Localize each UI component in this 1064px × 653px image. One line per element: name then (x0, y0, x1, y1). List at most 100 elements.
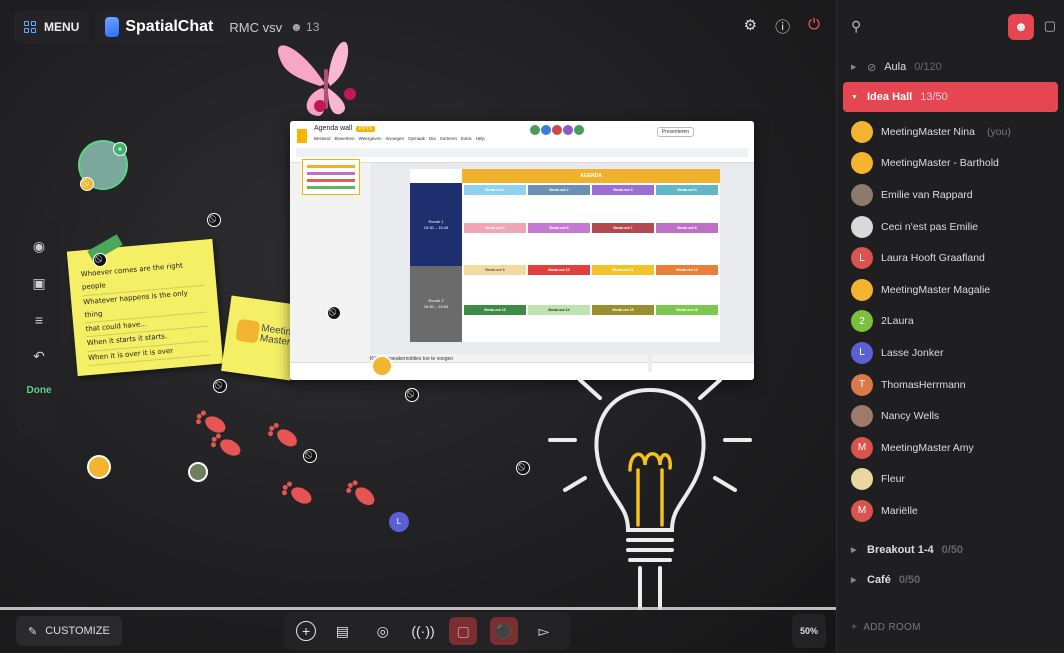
user-avatar (851, 278, 873, 301)
user-avatar: L (851, 341, 873, 364)
doc-menu-item[interactable]: Dia (429, 136, 436, 141)
slide-thumbnail[interactable] (302, 159, 360, 195)
help-icon[interactable]: ⓘ (775, 16, 790, 37)
broadcast-icon[interactable]: ((·)) (409, 617, 437, 645)
undo-icon[interactable]: ↶ (33, 348, 45, 365)
meetingmaster-logo-icon (235, 318, 261, 344)
doc-menu-item[interactable]: Weergeven (359, 136, 382, 141)
people-tab-icon[interactable]: ☻ (1008, 14, 1034, 40)
present-button[interactable]: Presenteren (656, 127, 694, 137)
spatialchat-logo-icon (105, 17, 120, 37)
camera-off-icon[interactable]: ▢ (449, 617, 478, 645)
user-list-item[interactable]: MeetingMaster - Barthold (837, 148, 1064, 180)
agenda-cell: Break-out 10 (528, 265, 590, 275)
cast-screen-icon[interactable]: ▣ (32, 275, 45, 292)
chat-tab-icon[interactable]: ▢ (1044, 18, 1056, 34)
agenda-cell: Break-out 14 (528, 305, 590, 315)
user-list-item[interactable]: Fleur (837, 464, 1064, 496)
doc-toolbar (296, 148, 748, 157)
doc-menu-item[interactable]: Extra (461, 136, 472, 141)
chat-bubble-icon[interactable]: ◎ (369, 617, 397, 645)
location-pin-icon[interactable]: ◉ (33, 238, 45, 255)
brand: SpatialChat (105, 17, 213, 37)
sticky-note[interactable]: Whoever comes are the right people Whate… (66, 238, 224, 377)
sliders-icon[interactable]: ≡ (35, 312, 43, 328)
doc-menu-item[interactable]: Bestand (314, 136, 331, 141)
participant-avatar[interactable] (188, 462, 208, 482)
mic-muted-icon[interactable]: ⃠ (303, 449, 317, 463)
user-list-item[interactable]: T ThomasHerrmann (837, 369, 1064, 401)
customize-button[interactable]: ✎ CUSTOMIZE (16, 616, 122, 646)
zoom-level[interactable]: 50% (792, 614, 826, 648)
room-row-aula[interactable]: ▶ ⊘ Aula 0/120 (837, 52, 1064, 82)
room-row-breakout[interactable]: ▶ Breakout 1-4 0/50 (837, 535, 1064, 565)
user-list-item[interactable]: L Laura Hooft Graafland (837, 242, 1064, 274)
room-row-active[interactable]: ▼ Idea Hall 13/50 (843, 82, 1058, 112)
user-list-item[interactable]: Ceci n'est pas Emilie (837, 211, 1064, 243)
user-name: Emilie van Rappard (881, 188, 973, 201)
room-row-cafe[interactable]: ▶ Café 0/50 (837, 565, 1064, 595)
room-canvas[interactable]: MENU SpatialChat RMC vsv ☻ 13 ⚙ ⓘ ⏻ Whoe… (0, 0, 836, 653)
mic-muted-icon[interactable]: ⃠ (213, 379, 227, 393)
footprint-sticker (346, 480, 375, 506)
user-list-item[interactable]: M MeetingMaster Amy (837, 432, 1064, 464)
participant-avatar[interactable] (371, 355, 393, 377)
doc-menu-item[interactable]: Bewerken (335, 136, 355, 141)
room-name: Breakout 1-4 (867, 543, 934, 556)
sticky-note-logo[interactable]: Meeting Master (221, 295, 301, 381)
agenda-cell: Break-out 9 (464, 265, 526, 275)
user-name: MeetingMaster Magalie (881, 283, 991, 296)
participant-avatar[interactable] (87, 455, 111, 479)
mic-off-icon[interactable]: ⚫ (489, 617, 518, 645)
user-avatar (851, 405, 873, 428)
user-name: MeetingMaster Nina (881, 125, 975, 138)
footprint-sticker (281, 481, 312, 504)
chevron-right-icon: ▶ (851, 64, 857, 71)
doc-menu-item[interactable]: Invoegen (385, 136, 404, 141)
mic-muted-icon[interactable]: ⃠ (93, 253, 107, 267)
edit-toolbar: ◉ ▣ ≡ ↶ Done (16, 222, 62, 434)
agenda-cell: Break-out 7 (592, 223, 654, 233)
done-button[interactable]: Done (27, 385, 52, 396)
add-room-button[interactable]: + ADD ROOM (851, 622, 921, 633)
agenda-cell: Break-out 5 (464, 223, 526, 233)
megaphone-icon[interactable]: ▻ (530, 617, 558, 645)
slide-editor: AGENDA Ronde 1 15:30 – 15:45 Ronde 2 15:… (370, 163, 754, 354)
agenda-cell: Break-out 4 (656, 185, 718, 195)
user-avatar (851, 468, 873, 491)
doc-menu-item[interactable]: Opmaak (408, 136, 425, 141)
you-label: (you) (986, 125, 1011, 138)
doc-menu-item[interactable]: Help (476, 136, 485, 141)
doc-menu: Bestand Bewerken Weergeven Invoegen Opma… (314, 136, 485, 141)
user-name: ThomasHerrmann (881, 378, 966, 391)
user-list-item[interactable]: Emilie van Rappard (837, 179, 1064, 211)
user-list-item[interactable]: M Mariëlle (837, 495, 1064, 527)
mic-muted-icon[interactable]: ⃠ (207, 213, 221, 227)
user-avatar (851, 215, 873, 238)
user-list-item[interactable]: 2 2Laura (837, 306, 1064, 338)
search-icon[interactable]: ⚲ (851, 18, 861, 35)
user-list-item[interactable]: L Lasse Jonker (837, 337, 1064, 369)
user-list-item[interactable]: Nancy Wells (837, 400, 1064, 432)
butterfly-sticker[interactable] (270, 24, 380, 124)
settings-gear-icon[interactable]: ⚙ (744, 16, 757, 37)
share-screen-icon[interactable]: ▤ (328, 617, 356, 645)
user-list-item[interactable]: MeetingMaster Magalie (837, 274, 1064, 306)
menu-label: MENU (44, 20, 80, 34)
doc-menu-item[interactable]: Sorteren (440, 136, 457, 141)
user-list-item[interactable]: MeetingMaster Nina (you) (837, 116, 1064, 148)
agenda-cell: Break-out 8 (656, 223, 718, 233)
leave-power-icon[interactable]: ⏻ (808, 16, 820, 37)
user-name: Ceci n'est pas Emilie (881, 220, 979, 233)
hidden-eye-icon: ⊘ (867, 61, 877, 74)
participant-avatar-letter[interactable]: L (389, 512, 409, 532)
brand-name: SpatialChat (125, 18, 214, 35)
mic-muted-icon[interactable]: ⃠ (327, 306, 341, 320)
mic-muted-icon[interactable]: ⃠ (516, 461, 530, 475)
agenda-slide: AGENDA Ronde 1 15:30 – 15:45 Ronde 2 15:… (410, 169, 720, 342)
user-avatar: M (851, 499, 873, 522)
add-plus-icon[interactable]: + (296, 621, 317, 641)
menu-button[interactable]: MENU (14, 10, 90, 44)
mic-muted-icon[interactable]: ⃠ (405, 388, 419, 402)
agenda-cell: Break-out 16 (656, 305, 718, 315)
